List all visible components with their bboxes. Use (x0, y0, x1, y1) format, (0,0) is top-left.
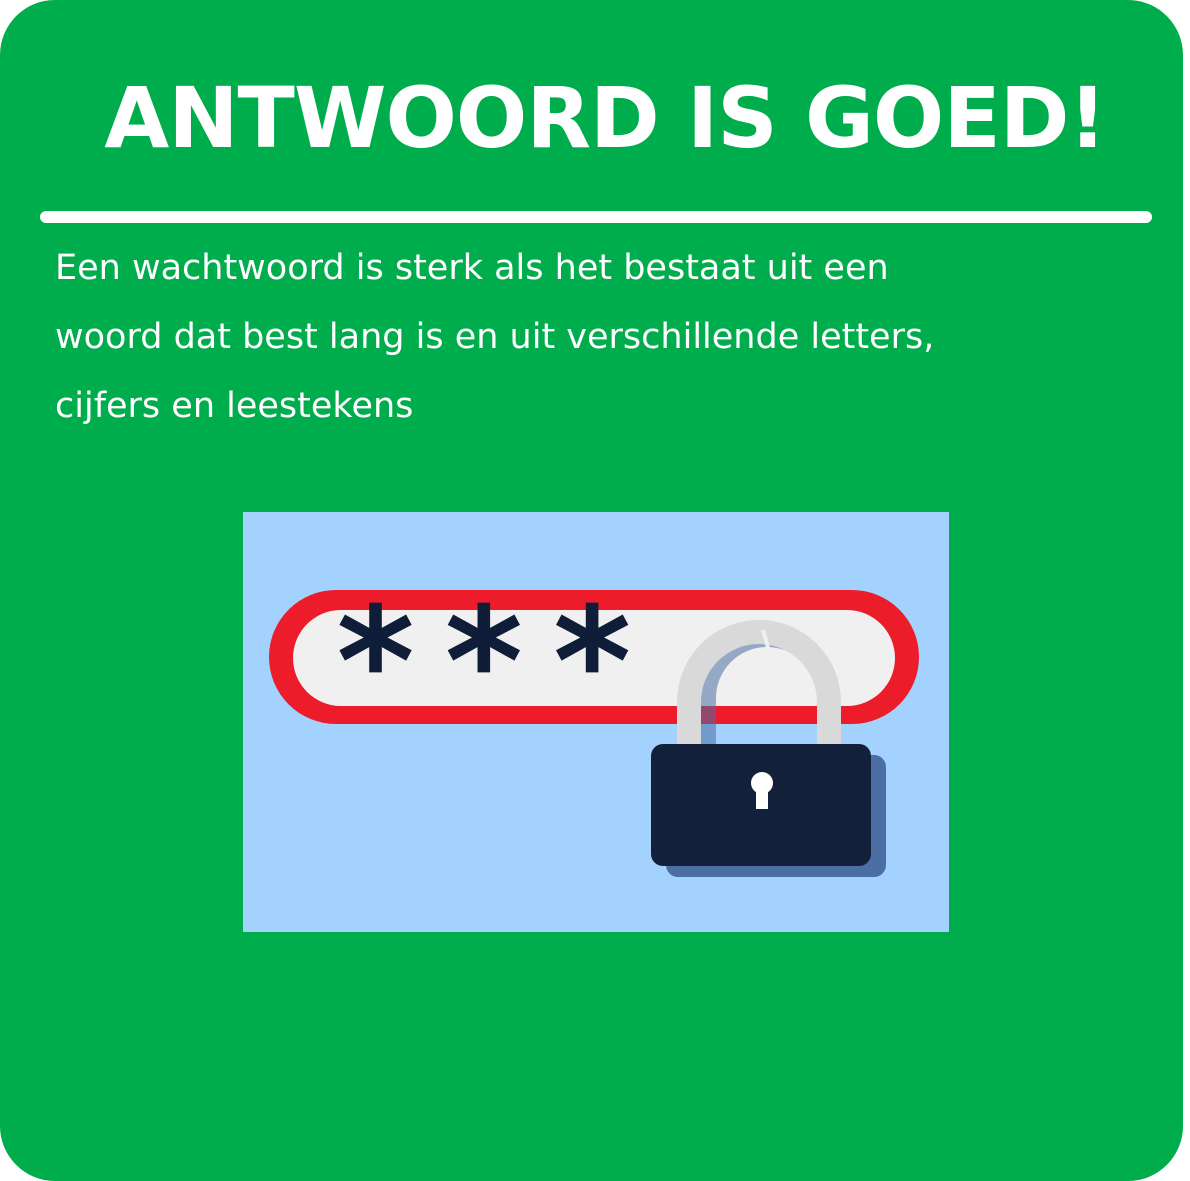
page-title: ANTWOORD IS GOED! (104, 69, 1107, 167)
answer-card: ANTWOORD IS GOED! Een wachtwoord is ster… (0, 0, 1183, 1181)
explanation-text: Een wachtwoord is sterk als het bestaat … (55, 234, 1155, 441)
title-divider (40, 211, 1152, 223)
explanation-line: cijfers en leestekens (55, 386, 414, 426)
explanation-line: woord dat best lang is en uit verschille… (55, 317, 935, 357)
password-mask: *** (331, 576, 656, 750)
explanation-line: Een wachtwoord is sterk als het bestaat … (55, 248, 889, 288)
password-lock-illustration: *** (243, 512, 949, 932)
